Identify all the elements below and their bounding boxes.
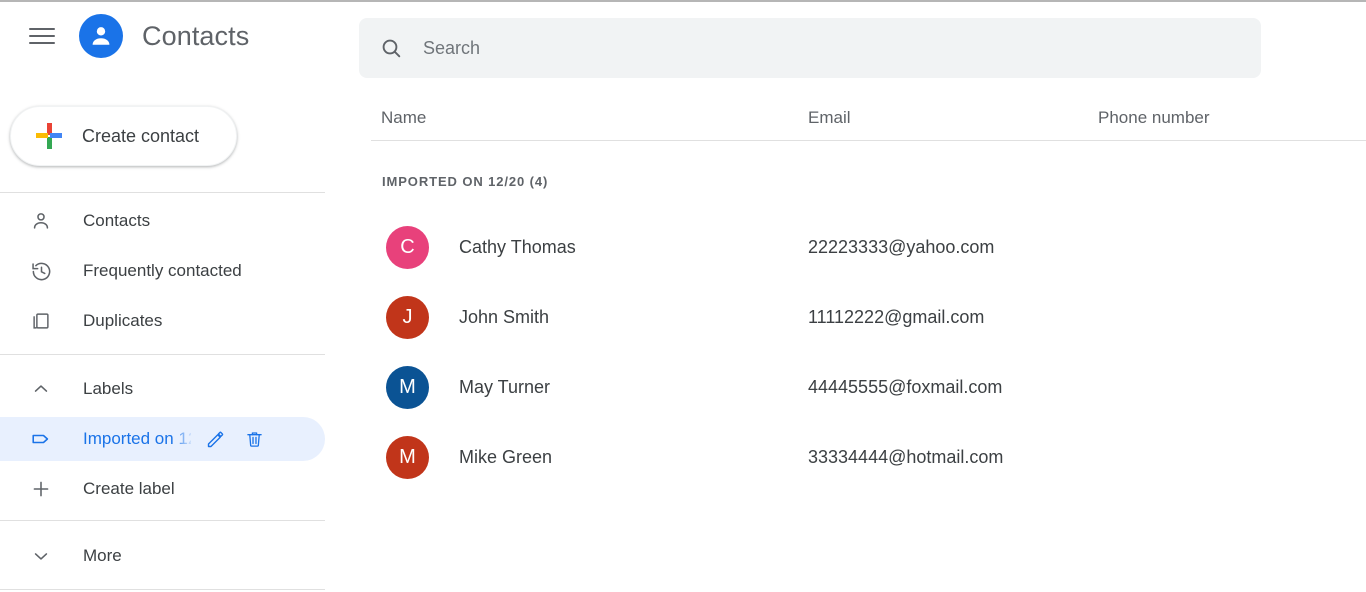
plus-icon <box>28 476 54 502</box>
main-content: Name Email Phone number IMPORTED ON 12/2… <box>355 4 1366 592</box>
sidebar-item-label: More <box>83 546 122 565</box>
table-row[interactable]: C Cathy Thomas 22223333@yahoo.com <box>355 212 1366 282</box>
avatar: M <box>386 365 429 409</box>
contact-email: 11112222@gmail.com <box>808 306 985 327</box>
sidebar-item-more[interactable]: More <box>0 534 325 578</box>
contacts-person-logo-icon <box>79 14 123 58</box>
google-plus-icon <box>36 123 62 149</box>
sidebar-item-label: Create label <box>83 479 175 498</box>
sidebar-divider-4 <box>0 589 325 590</box>
table-row[interactable]: M May Turner 44445555@foxmail.com <box>355 352 1366 422</box>
sidebar-item-label: Frequently contacted <box>83 261 242 280</box>
create-contact-button[interactable]: Create contact <box>10 106 237 166</box>
contact-group-header: IMPORTED ON 12/20 (4) <box>382 174 549 189</box>
sidebar-divider-2 <box>0 354 325 355</box>
sidebar-divider-1 <box>0 192 325 193</box>
sidebar-divider-3 <box>0 520 325 521</box>
avatar: J <box>386 295 429 339</box>
contact-name: Mike Green <box>459 446 553 467</box>
sidebar-label-imported-on-12[interactable]: Imported on 12/2 <box>0 417 325 461</box>
contact-email: 22223333@yahoo.com <box>808 236 995 257</box>
create-contact-label: Create contact <box>82 125 200 146</box>
sidebar: Contacts Create contact Contacts Frequen… <box>0 4 355 592</box>
sidebar-item-label: Contacts <box>83 211 151 230</box>
sidebar-item-contacts[interactable]: Contacts <box>0 199 325 243</box>
sidebar-label-name: Imported on 12/2 <box>83 429 191 448</box>
column-header-email: Email <box>808 108 851 127</box>
chevron-down-icon <box>28 543 54 569</box>
chevron-up-icon <box>28 376 54 402</box>
sidebar-item-label: Duplicates <box>83 311 163 330</box>
sidebar-item-duplicates[interactable]: Duplicates <box>0 299 325 343</box>
duplicate-pages-icon <box>28 308 54 334</box>
table-row[interactable]: M Mike Green 33334444@hotmail.com <box>355 422 1366 492</box>
pencil-edit-icon[interactable] <box>200 424 230 454</box>
labels-section-label: Labels <box>83 379 134 398</box>
sidebar-item-frequently-contacted[interactable]: Frequently contacted <box>0 249 325 293</box>
contacts-app-window: Contacts Create contact Contacts Frequen… <box>0 0 1366 592</box>
contact-name: Cathy Thomas <box>459 236 576 257</box>
contacts-list: C Cathy Thomas 22223333@yahoo.com J John… <box>355 212 1366 492</box>
avatar-initial: M <box>399 445 416 468</box>
search-icon <box>379 36 403 60</box>
column-header-name: Name <box>381 108 427 127</box>
search-bar[interactable] <box>359 18 1261 78</box>
avatar-initial: J <box>402 305 413 328</box>
contact-email: 33334444@hotmail.com <box>808 446 1004 467</box>
table-row[interactable]: J John Smith 11112222@gmail.com <box>355 282 1366 352</box>
sidebar-section-labels[interactable]: Labels <box>0 367 325 411</box>
person-icon <box>28 208 54 234</box>
contact-email: 44445555@foxmail.com <box>808 376 1003 397</box>
hamburger-menu-icon[interactable] <box>22 16 62 56</box>
contact-name: John Smith <box>459 306 550 327</box>
trash-delete-icon[interactable] <box>239 424 269 454</box>
avatar-initial: M <box>399 375 416 398</box>
page-title: Contacts <box>142 20 250 51</box>
avatar-initial: C <box>400 235 415 258</box>
history-clock-icon <box>28 258 54 284</box>
contact-name: May Turner <box>459 376 551 397</box>
label-tag-icon <box>28 426 54 452</box>
column-header-phone: Phone number <box>1098 108 1210 127</box>
search-input[interactable] <box>423 37 1123 59</box>
avatar: M <box>386 435 429 479</box>
app-header: Contacts <box>0 4 355 68</box>
contacts-table-header: Name Email Phone number <box>371 96 1366 141</box>
avatar: C <box>386 225 429 269</box>
sidebar-item-create-label[interactable]: Create label <box>0 467 325 511</box>
